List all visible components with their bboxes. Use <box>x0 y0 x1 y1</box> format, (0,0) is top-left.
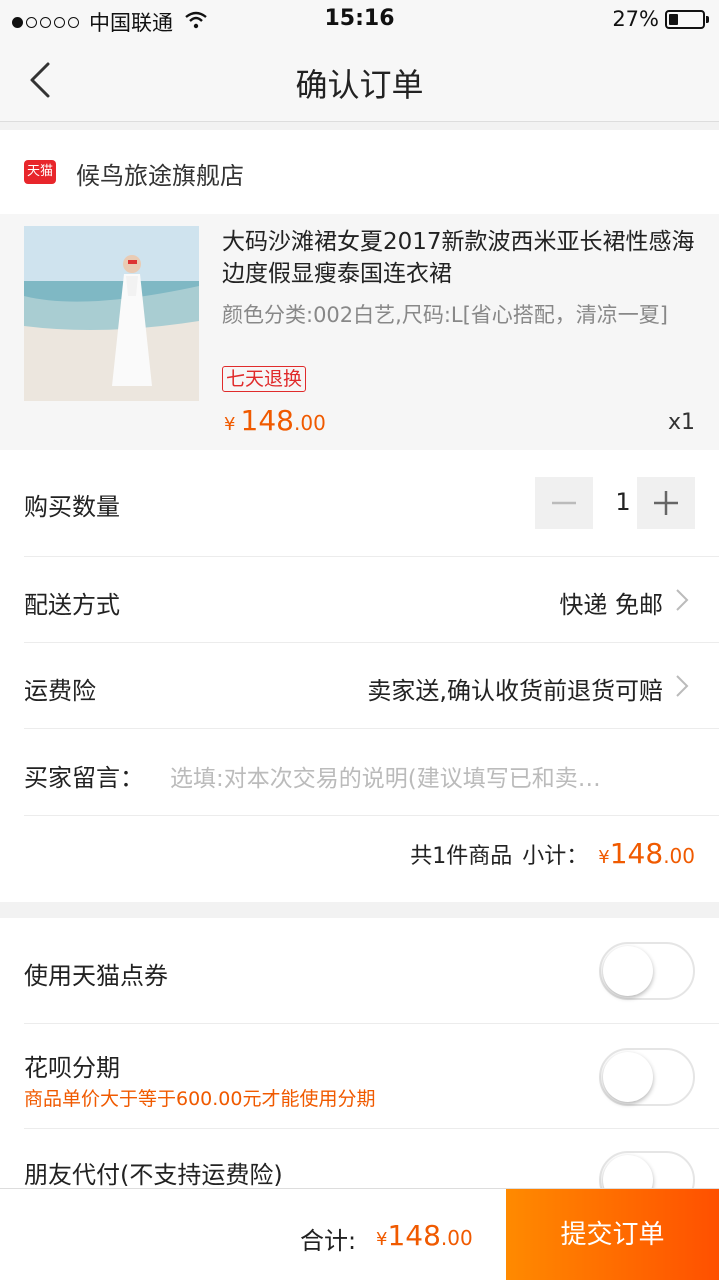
delivery-value: 快递 免邮 <box>559 591 663 619</box>
delivery-label: 配送方式 <box>24 591 120 619</box>
subtotal-decimal: .00 <box>663 844 695 868</box>
total-decimal: .00 <box>440 1226 473 1250</box>
friend-pay-label: 朋友代付(不支持运费险) <box>24 1161 283 1189</box>
battery-icon <box>665 9 709 29</box>
payment-options: 使用天猫点券 花呗分期 商品单价大于等于600.00元才能使用分期 朋友代付(不… <box>0 918 719 1209</box>
product-quantity: x1 <box>667 410 695 435</box>
quantity-row: 购买数量 1 <box>24 450 719 557</box>
price-integer: 148 <box>240 404 294 437</box>
insurance-row[interactable]: 运费险 卖家送,确认收货前退货可赔 <box>24 643 719 729</box>
watermark: jingyan.baidu.com <box>550 1241 679 1280</box>
nav-bar: 确认订单 <box>0 40 719 122</box>
product-item[interactable]: 大码沙滩裙女夏2017新款波西米亚长裙性感海边度假显瘦泰国连衣裙 颜色分类:00… <box>0 214 719 450</box>
battery-fill <box>669 13 678 25</box>
order-options: 购买数量 1 配送方式 快递 免邮 运费险 卖家送,确认收货前退货可赔 买家留言… <box>0 450 719 902</box>
tmall-logo-icon: 天猫 <box>24 160 56 184</box>
message-input[interactable]: 选填:对本次交易的说明(建议填写已和卖… <box>170 759 601 793</box>
total-label: 合计: <box>300 1227 357 1255</box>
quantity-increase-button[interactable] <box>637 477 695 529</box>
product-thumbnail <box>24 226 199 401</box>
quantity-decrease-button[interactable] <box>535 477 593 529</box>
bottom-bar: 合计: ¥148.00 提交订单 jingyan.baidu.com <box>0 1188 719 1280</box>
shop-header[interactable]: 天猫 候鸟旅途旗舰店 <box>0 130 719 214</box>
coupon-label: 使用天猫点券 <box>24 962 168 990</box>
total-integer: 148 <box>387 1219 441 1252</box>
coupon-row: 使用天猫点券 <box>24 918 719 1024</box>
toggle-knob <box>603 946 653 996</box>
huabei-row: 花呗分期 商品单价大于等于600.00元才能使用分期 <box>24 1024 719 1129</box>
product-title: 大码沙滩裙女夏2017新款波西米亚长裙性感海边度假显瘦泰国连衣裙 <box>222 229 695 287</box>
plus-icon <box>654 491 678 515</box>
battery-percent: 27% <box>612 7 659 31</box>
subtotal-price: ¥148.00 <box>598 837 695 870</box>
product-sku: 颜色分类:002白艺,尺码:L[省心搭配，清凉一夏] <box>222 303 668 327</box>
submit-order-button[interactable]: 提交订单 jingyan.baidu.com <box>506 1189 719 1280</box>
price-currency: ¥ <box>224 414 236 435</box>
price-decimal: .00 <box>294 411 326 435</box>
huabei-hint: 商品单价大于等于600.00元才能使用分期 <box>24 1088 376 1110</box>
return-badge: 七天退换 <box>222 366 307 392</box>
message-label: 买家留言： <box>24 764 144 792</box>
status-time: 15:16 <box>324 6 395 31</box>
product-price: ¥ 148.00 <box>224 404 326 437</box>
coupon-toggle[interactable] <box>599 942 695 1000</box>
minus-icon <box>552 501 576 505</box>
item-count: 共1件商品 <box>410 844 513 869</box>
status-bar: 中国联通 15:16 27% <box>0 0 719 40</box>
page-title: 确认订单 <box>295 66 424 104</box>
subtotal-currency: ¥ <box>598 847 610 868</box>
total-currency: ¥ <box>376 1229 388 1250</box>
status-right: 27% <box>612 7 709 31</box>
subtotal-integer: 148 <box>609 837 664 870</box>
huabei-label: 花呗分期 <box>24 1054 120 1082</box>
chevron-right-icon <box>676 675 689 697</box>
huabei-toggle[interactable] <box>599 1048 695 1106</box>
insurance-value: 卖家送,确认收货前退货可赔 <box>367 677 663 705</box>
subtotal-label: 小计： <box>522 844 589 869</box>
insurance-label: 运费险 <box>24 677 96 705</box>
toggle-knob <box>603 1052 653 1102</box>
total-price: ¥148.00 <box>376 1219 473 1252</box>
subtotal: 共1件商品 小计： ¥148.00 <box>410 837 695 870</box>
message-row: 买家留言： 选填:对本次交易的说明(建议填写已和卖… <box>24 729 719 816</box>
quantity-label: 购买数量 <box>24 493 120 521</box>
delivery-row[interactable]: 配送方式 快递 免邮 <box>24 557 719 643</box>
shop-name: 候鸟旅途旗舰店 <box>76 162 244 190</box>
chevron-right-icon <box>676 589 689 611</box>
